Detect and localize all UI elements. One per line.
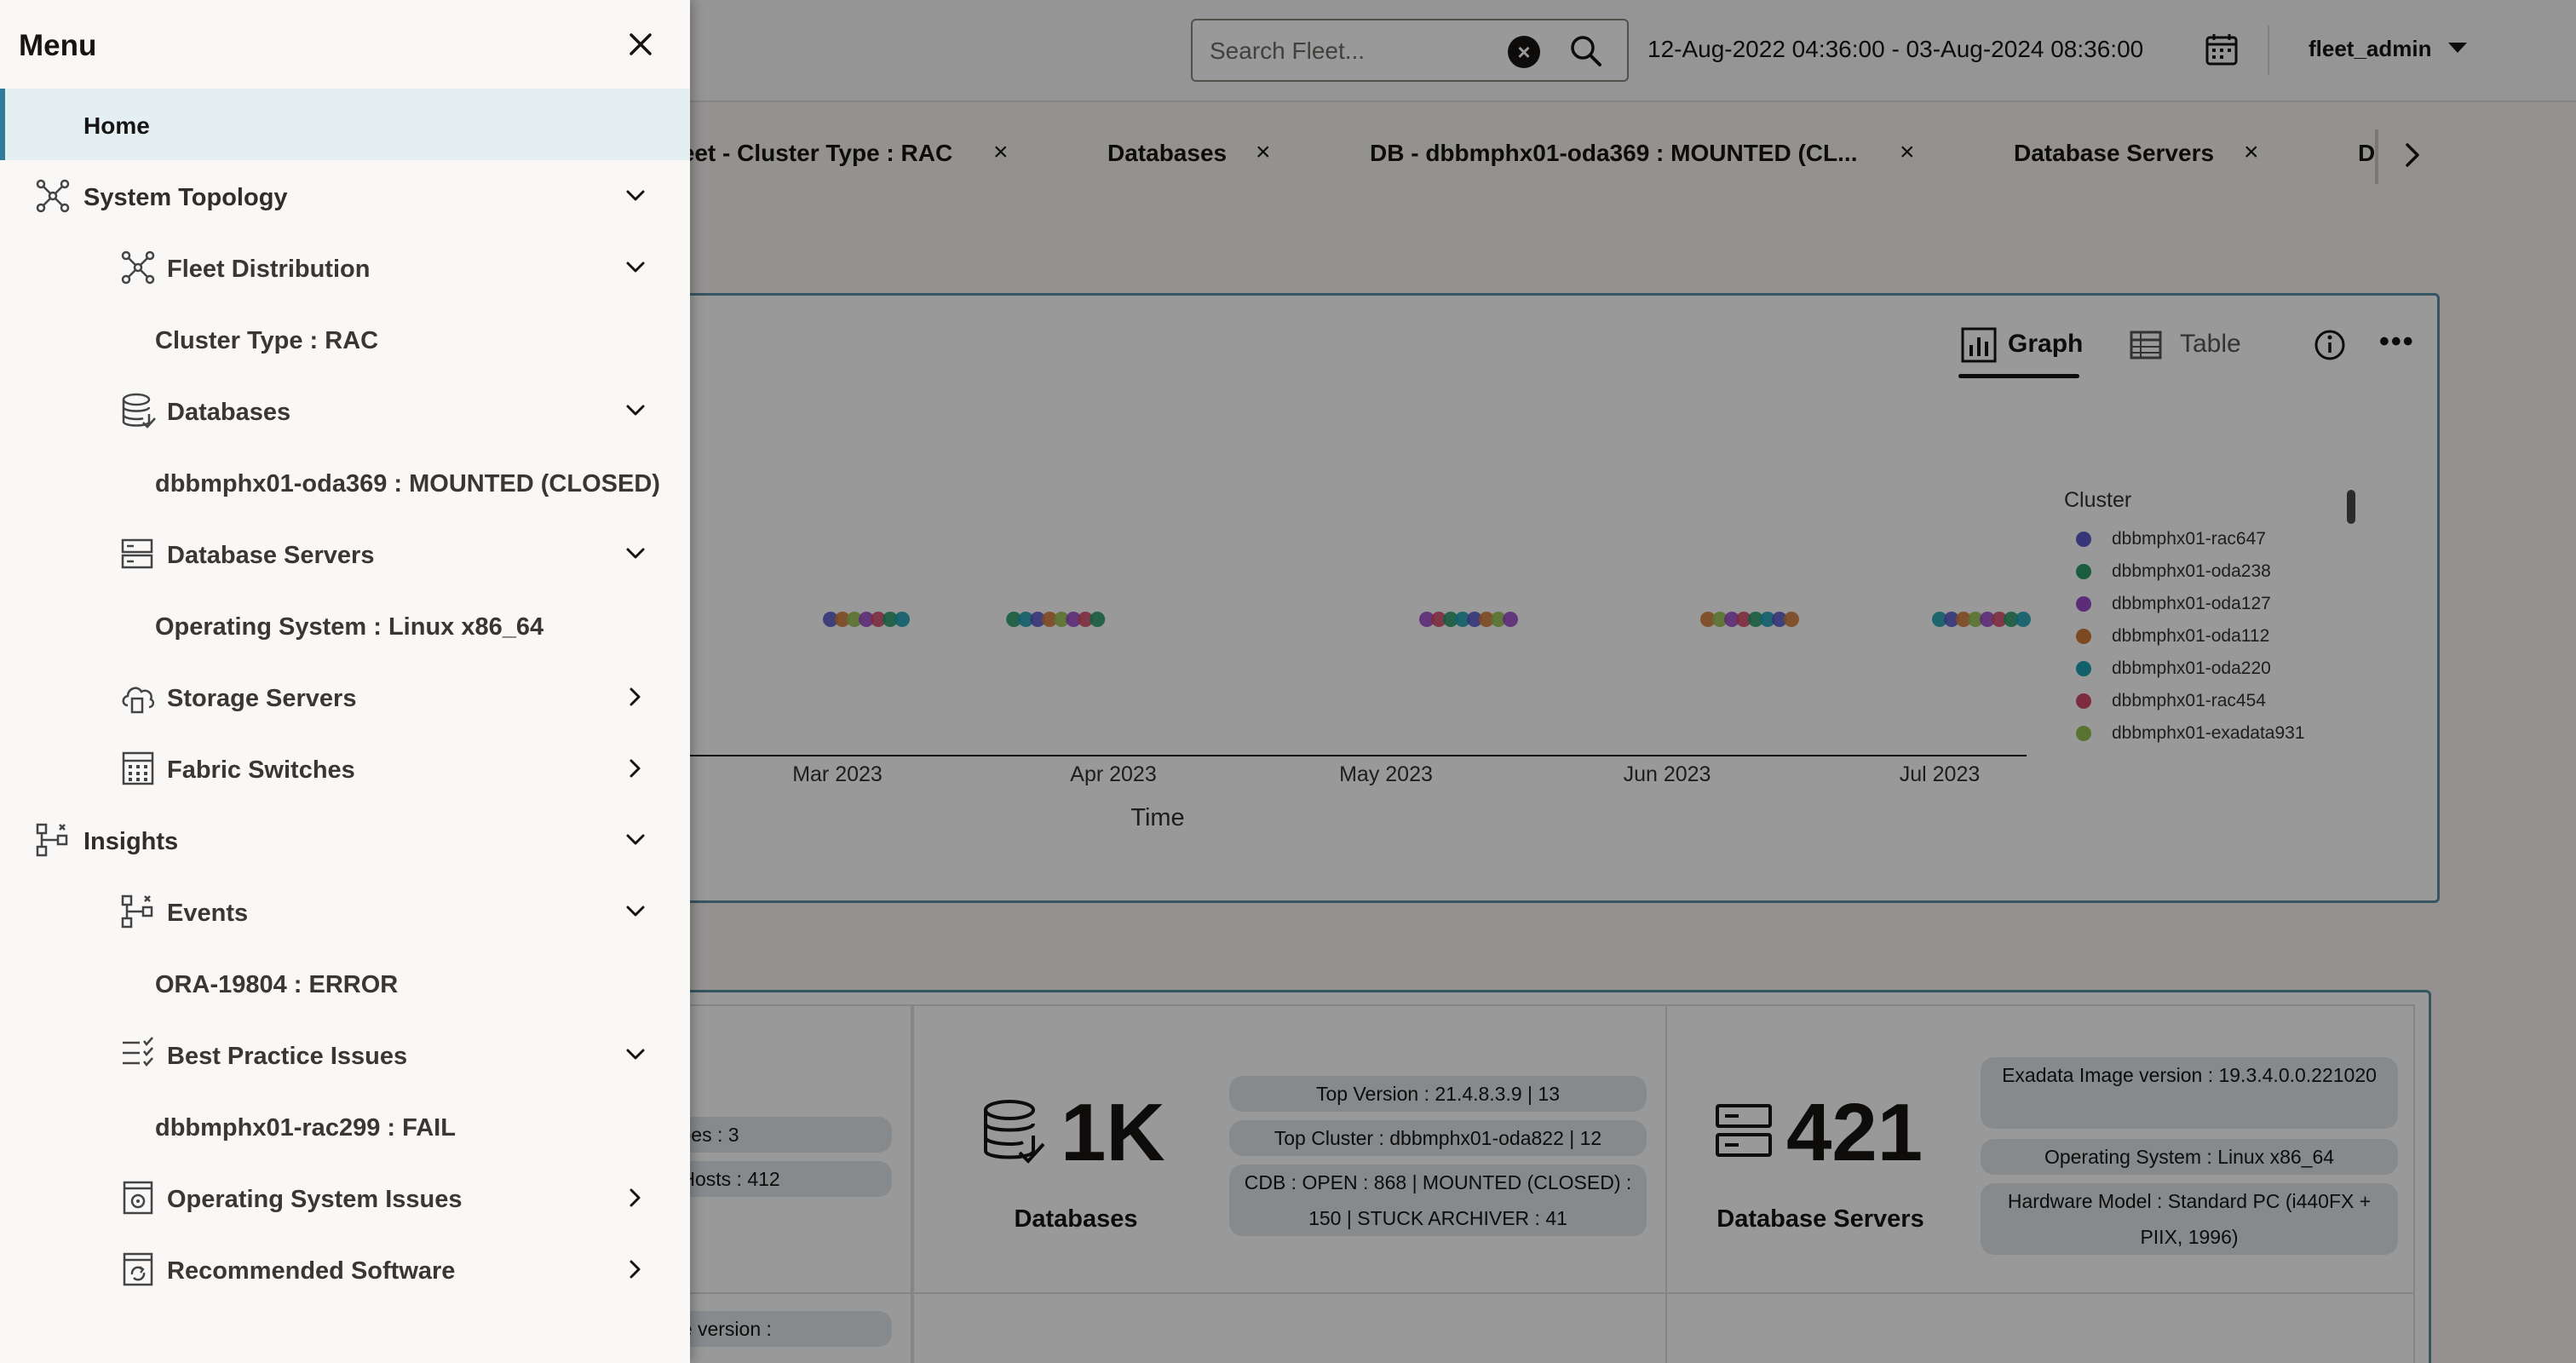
database-icon	[122, 393, 156, 428]
menu-item-label: Operating System Issues	[167, 1186, 463, 1213]
menu-item-label: Insights	[83, 828, 179, 855]
chevron-down-icon[interactable]	[622, 540, 649, 567]
menu-item-ora-error[interactable]: ORA-19804 : ERROR	[0, 947, 690, 1019]
menu-item-label: dbbmphx01-oda369 : MOUNTED (CLOSED)	[155, 470, 660, 497]
storage-cloud-icon	[122, 687, 155, 714]
menu-item-label: Home	[83, 112, 150, 139]
checklist-icon	[123, 1037, 153, 1067]
menu-item-label: Recommended Software	[167, 1257, 456, 1285]
menu-item-label: Fleet Distribution	[167, 256, 371, 283]
os-issue-icon	[123, 1181, 153, 1215]
menu-item-label: Events	[167, 900, 249, 927]
menu-item-label: System Topology	[83, 184, 288, 211]
menu-item-best-practice-issues[interactable]: Best Practice Issues	[0, 1019, 690, 1090]
menu-item-label: Best Practice Issues	[167, 1043, 408, 1070]
software-icon	[123, 1252, 153, 1286]
menu-item-os-issues[interactable]: Operating System Issues	[0, 1162, 690, 1234]
menu-item-database-servers[interactable]: Database Servers	[0, 518, 690, 589]
close-icon[interactable]	[625, 29, 656, 60]
menu-item-fabric-switches[interactable]: Fabric Switches	[0, 733, 690, 804]
chevron-down-icon[interactable]	[622, 1041, 649, 1068]
chevron-right-icon[interactable]	[622, 1256, 649, 1283]
chevron-right-icon[interactable]	[622, 1184, 649, 1211]
menu-item-fleet-distribution[interactable]: Fleet Distribution	[0, 232, 690, 303]
topology-icon	[121, 250, 155, 285]
menu-item-label: Cluster Type : RAC	[155, 327, 379, 354]
menu-item-cluster-type[interactable]: Cluster Type : RAC	[0, 303, 690, 375]
menu-item-system-topology[interactable]: System Topology	[0, 160, 690, 232]
menu-item-insights[interactable]: Insights	[0, 804, 690, 876]
topology-icon	[36, 179, 70, 213]
server-icon	[121, 538, 153, 569]
chevron-down-icon[interactable]	[622, 397, 649, 424]
menu-item-label: Operating System : Linux x86_64	[155, 613, 544, 641]
switch-icon	[122, 751, 154, 785]
menu-item-label: Database Servers	[167, 542, 375, 569]
menu-item-recommended-software[interactable]: Recommended Software	[0, 1234, 690, 1305]
chevron-down-icon[interactable]	[622, 826, 649, 854]
menu-item-label: Fabric Switches	[167, 756, 355, 784]
menu-item-label: dbbmphx01-rac299 : FAIL	[155, 1114, 456, 1142]
menu-item-label: ORA-19804 : ERROR	[155, 971, 399, 998]
chevron-right-icon[interactable]	[622, 683, 649, 710]
menu-item-label: Storage Servers	[167, 685, 357, 712]
insights-icon	[36, 823, 68, 857]
menu-item-events[interactable]: Events	[0, 876, 690, 947]
menu-title: Menu	[19, 29, 97, 62]
chevron-right-icon[interactable]	[622, 755, 649, 782]
menu-item-databases[interactable]: Databases	[0, 375, 690, 446]
menu-item-operating-system[interactable]: Operating System : Linux x86_64	[0, 589, 690, 661]
menu-item-db-detail[interactable]: dbbmphx01-oda369 : MOUNTED (CLOSED)	[0, 446, 690, 518]
chevron-down-icon[interactable]	[622, 182, 649, 210]
menu-item-rac-fail[interactable]: dbbmphx01-rac299 : FAIL	[0, 1090, 690, 1162]
menu-drawer: Menu Home System Topology Fleet Distribu…	[0, 0, 690, 1363]
menu-item-storage-servers[interactable]: Storage Servers	[0, 661, 690, 733]
menu-item-label: Databases	[167, 399, 291, 426]
chevron-down-icon[interactable]	[622, 898, 649, 925]
chevron-down-icon[interactable]	[622, 254, 649, 281]
menu-item-home[interactable]: Home	[0, 89, 690, 160]
insights-icon	[121, 894, 153, 929]
